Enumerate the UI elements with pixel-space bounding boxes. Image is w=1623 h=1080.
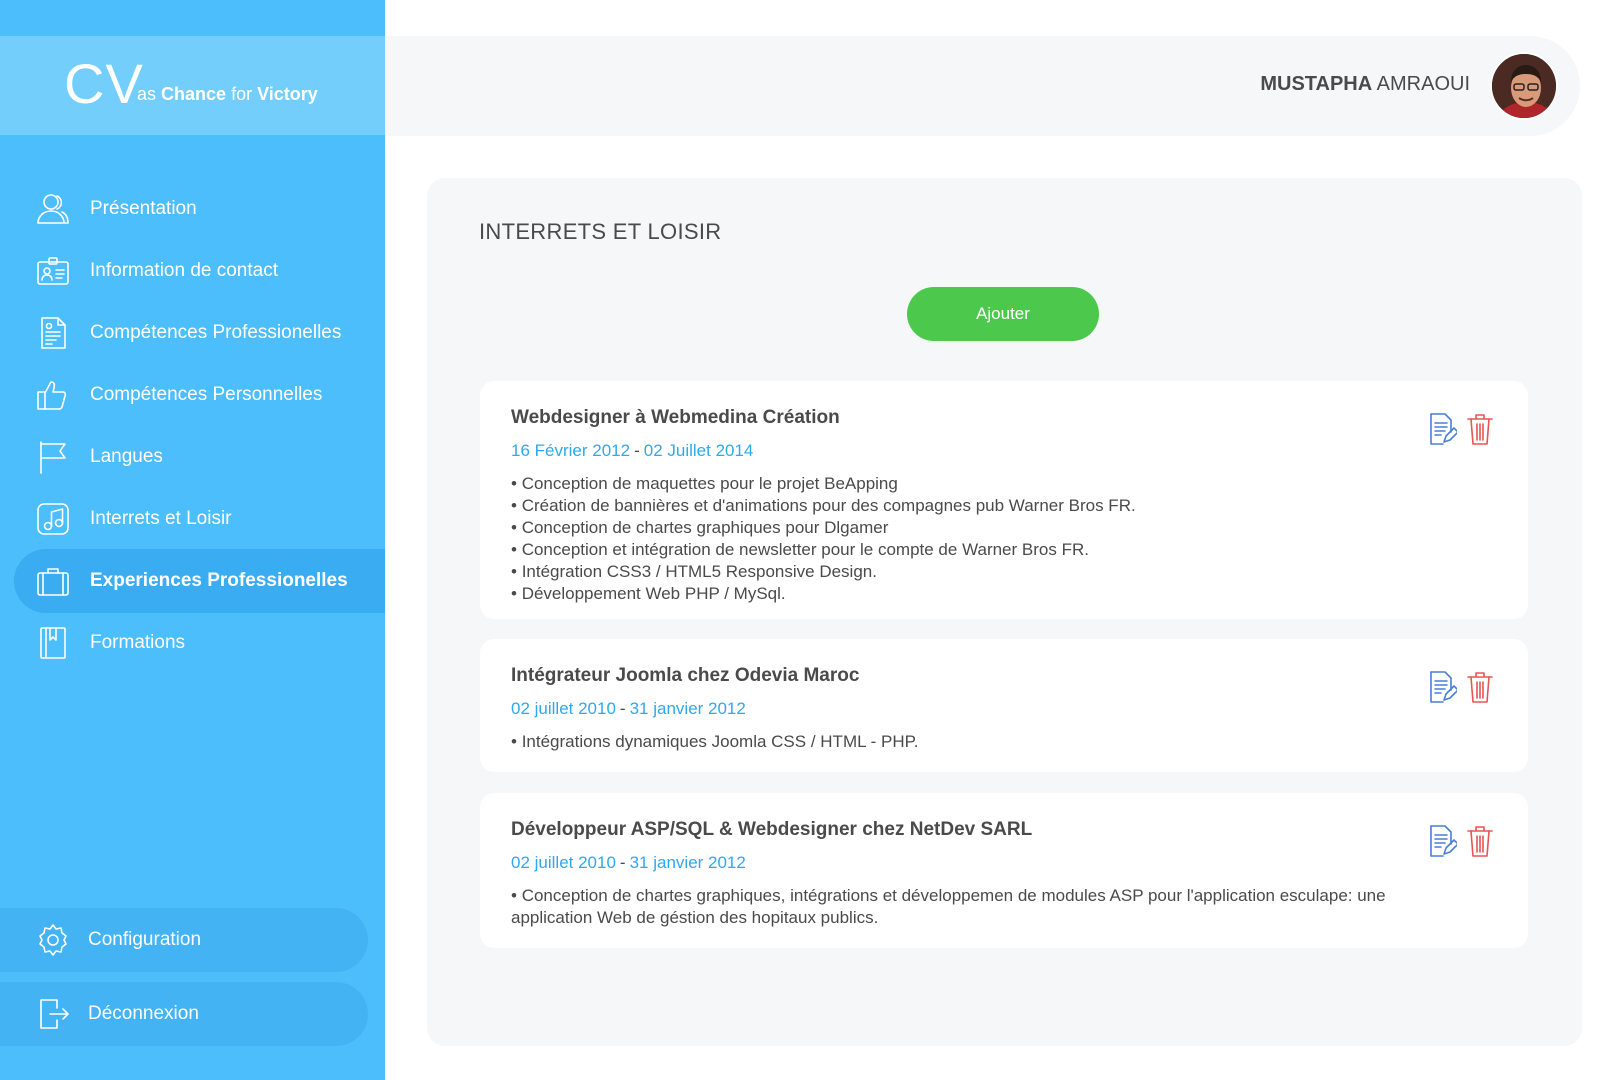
- card-actions: [1426, 411, 1496, 447]
- card-dates: 02 juillet 2010-31 janvier 2012: [511, 699, 746, 718]
- sidebar-item-langues[interactable]: Langues: [14, 425, 385, 489]
- add-button[interactable]: Ajouter: [907, 287, 1099, 341]
- end-date: 31 janvier 2012: [629, 699, 746, 718]
- experience-card: Développeur ASP/SQL & Webdesigner chez N…: [480, 793, 1528, 948]
- start-date: 16 Février 2012: [511, 441, 631, 460]
- list-item: Conception de maquettes pour le projet B…: [511, 473, 1471, 495]
- logout-label: Déconnexion: [88, 1003, 199, 1024]
- book-icon: [34, 624, 72, 662]
- main-panel: INTERRETS ET LOISIR Ajouter Webdesigner …: [427, 178, 1582, 1046]
- music-icon: [34, 500, 72, 538]
- sidebar-item-loisir[interactable]: Interrets et Loisir: [14, 487, 385, 551]
- configuration-button[interactable]: Configuration: [0, 908, 368, 972]
- list-item: Conception de chartes graphiques, intégr…: [511, 885, 1471, 929]
- edit-icon[interactable]: [1426, 823, 1458, 859]
- card-dates: 02 juillet 2010-31 janvier 2012: [511, 853, 746, 872]
- edit-icon[interactable]: [1426, 669, 1458, 705]
- thumbs-up-icon: [34, 376, 72, 414]
- page-title: INTERRETS ET LOISIR: [479, 219, 722, 244]
- card-actions: [1426, 669, 1496, 705]
- sidebar: CV as Chance for Victory Présentation In…: [0, 0, 385, 1080]
- logout-button[interactable]: Déconnexion: [0, 982, 368, 1046]
- list-item: Conception de chartes graphiques pour Dl…: [511, 517, 1471, 539]
- list-item: Développement Web PHP / MySql.: [511, 583, 1471, 605]
- users-icon: [34, 190, 72, 228]
- experience-card: Intégrateur Joomla chez Odevia Maroc 02 …: [480, 639, 1528, 772]
- configuration-label: Configuration: [88, 929, 202, 950]
- card-bullets: Conception de maquettes pour le projet B…: [511, 473, 1471, 605]
- start-date: 02 juillet 2010: [511, 853, 616, 872]
- gear-icon: [34, 921, 72, 959]
- sidebar-item-label: Experiences Professionelles: [90, 570, 348, 591]
- end-date: 31 janvier 2012: [629, 853, 746, 872]
- sidebar-item-label: Interrets et Loisir: [90, 508, 232, 529]
- card-title: Webdesigner à Webmedina Création: [511, 407, 840, 428]
- logout-icon: [34, 995, 72, 1033]
- card-title: Intégrateur Joomla chez Odevia Maroc: [511, 665, 860, 686]
- experience-card: Webdesigner à Webmedina Création 16 Févr…: [480, 381, 1528, 619]
- list-item: Intégrations dynamiques Joomla CSS / HTM…: [511, 731, 1471, 753]
- list-item: Intégration CSS3 / HTML5 Responsive Desi…: [511, 561, 1471, 583]
- id-card-icon: [34, 252, 72, 290]
- card-bullets: Intégrations dynamiques Joomla CSS / HTM…: [511, 731, 1471, 753]
- start-date: 02 juillet 2010: [511, 699, 616, 718]
- sidebar-item-experiences[interactable]: Experiences Professionelles: [14, 549, 385, 613]
- document-icon: [34, 314, 72, 352]
- trash-icon[interactable]: [1464, 669, 1496, 705]
- list-item: Création de bannières et d'animations po…: [511, 495, 1471, 517]
- trash-icon[interactable]: [1464, 823, 1496, 859]
- sidebar-item-competences-pro[interactable]: Compétences Professionelles: [14, 301, 385, 365]
- edit-icon[interactable]: [1426, 411, 1458, 447]
- sidebar-item-label: Formations: [90, 632, 186, 653]
- sidebar-item-presentation[interactable]: Présentation: [14, 177, 385, 241]
- sidebar-item-label: Compétences Professionelles: [90, 322, 342, 343]
- logo-cv: CV: [64, 52, 144, 115]
- sidebar-item-formations[interactable]: Formations: [14, 611, 385, 675]
- end-date: 02 Juillet 2014: [643, 441, 754, 460]
- trash-icon[interactable]: [1464, 411, 1496, 447]
- list-item: Conception et intégration de newsletter …: [511, 539, 1471, 561]
- avatar[interactable]: [1490, 52, 1558, 120]
- user-name[interactable]: MUSTAPHA AMRAOUI: [1260, 73, 1470, 96]
- logo-tagline: as Chance for Victory: [137, 84, 318, 104]
- sidebar-item-competences-perso[interactable]: Compétences Personnelles: [14, 363, 385, 427]
- top-header: MUSTAPHA AMRAOUI: [385, 36, 1580, 136]
- card-dates: 16 Février 2012-02 Juillet 2014: [511, 441, 754, 460]
- sidebar-item-contact[interactable]: Information de contact: [14, 239, 385, 303]
- card-actions: [1426, 823, 1496, 859]
- card-bullets: Conception de chartes graphiques, intégr…: [511, 885, 1471, 929]
- logo[interactable]: CV as Chance for Victory: [0, 36, 385, 135]
- card-title: Développeur ASP/SQL & Webdesigner chez N…: [511, 819, 1033, 840]
- sidebar-item-label: Langues: [90, 446, 163, 467]
- sidebar-item-label: Information de contact: [90, 260, 278, 281]
- flag-icon: [34, 438, 72, 476]
- sidebar-item-label: Compétences Personnelles: [90, 384, 323, 405]
- sidebar-item-label: Présentation: [90, 198, 197, 219]
- briefcase-icon: [34, 562, 72, 600]
